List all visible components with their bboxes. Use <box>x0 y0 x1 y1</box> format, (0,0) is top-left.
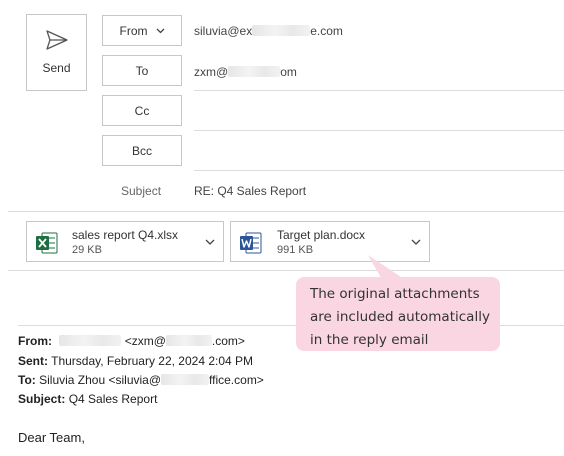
chevron-down-icon <box>156 28 164 33</box>
redacted-blur <box>59 335 122 346</box>
subject-label: Subject <box>121 184 162 198</box>
attachment-excel[interactable]: sales report Q4.xlsx 29 KB <box>26 221 224 262</box>
to-field[interactable]: zxm@ om <box>194 65 297 79</box>
cc-field[interactable] <box>194 130 564 131</box>
to-label: To <box>135 63 149 78</box>
subject-field[interactable]: RE: Q4 Sales Report <box>194 184 306 198</box>
redacted-blur <box>165 335 212 346</box>
word-file-icon <box>240 232 262 254</box>
quoted-sent: Sent: Thursday, February 22, 2024 2:04 P… <box>18 354 254 368</box>
send-icon <box>45 30 68 50</box>
quoted-subject: Subject: Q4 Sales Report <box>18 392 158 406</box>
quoted-from: From: <zxm@ .com> <box>18 334 245 348</box>
attachment-name: sales report Q4.xlsx <box>72 228 179 242</box>
bcc-button[interactable]: Bcc <box>102 135 182 166</box>
callout-line: in the reply email <box>310 332 429 348</box>
from-label: From <box>119 23 148 38</box>
cc-button[interactable]: Cc <box>102 95 182 126</box>
bcc-field[interactable] <box>194 170 564 171</box>
from-button[interactable]: From <box>102 15 182 46</box>
attachment-name: Target plan.docx <box>277 228 366 242</box>
callout-line: The original attachments <box>310 286 480 302</box>
redacted-blur <box>228 66 281 77</box>
to-button[interactable]: To <box>102 55 182 86</box>
to-field-underline <box>194 90 564 91</box>
attachment-divider <box>8 270 564 271</box>
chevron-down-icon[interactable] <box>205 239 215 246</box>
from-value: siluvia@ex e.com <box>194 24 343 38</box>
chevron-down-icon[interactable] <box>411 239 421 246</box>
attachment-size: 991 KB <box>277 244 314 256</box>
message-greeting[interactable]: Dear Team, <box>18 430 85 445</box>
excel-file-icon <box>36 232 58 254</box>
redacted-blur <box>161 374 210 385</box>
send-label: Send <box>42 61 71 75</box>
header-divider <box>8 211 564 212</box>
attachment-size: 29 KB <box>72 244 102 256</box>
callout-line: are included automatically <box>310 309 490 325</box>
quoted-to: To: Siluvia Zhou <siluvia@ ffice.com> <box>18 373 264 387</box>
redacted-blur <box>252 25 311 36</box>
cc-label: Cc <box>134 103 150 118</box>
send-button[interactable]: Send <box>26 14 87 91</box>
annotation-callout: The original attachments are included au… <box>296 277 500 351</box>
bcc-label: Bcc <box>131 143 152 158</box>
